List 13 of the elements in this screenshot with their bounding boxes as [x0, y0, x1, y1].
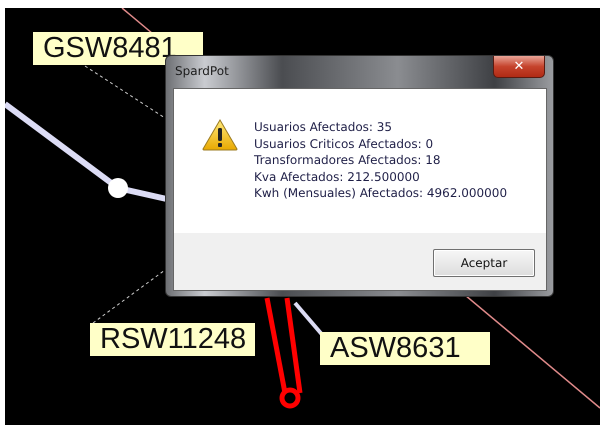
message-line: Kwh (Mensuales) Afectados: 4962.000000 — [254, 185, 508, 202]
message-line: Usuarios Criticos Afectados: 0 — [254, 136, 434, 152]
message-line: Kva Afectados: 212.500000 — [254, 168, 421, 185]
node-marker — [108, 178, 128, 198]
message-line: Usuarios Afectados: 35 — [254, 119, 394, 136]
accept-button[interactable]: Aceptar — [433, 249, 535, 277]
map-label: GSW8481 — [33, 32, 203, 65]
message-line: Transformadores Afectados: 18 — [254, 152, 442, 168]
map-label: RSW11248 — [90, 323, 255, 356]
warning-icon — [202, 119, 238, 151]
map-label: ASW8631 — [320, 332, 490, 365]
window-title: SpardPot — [175, 63, 229, 80]
close-button[interactable]: ✕ — [493, 56, 545, 78]
